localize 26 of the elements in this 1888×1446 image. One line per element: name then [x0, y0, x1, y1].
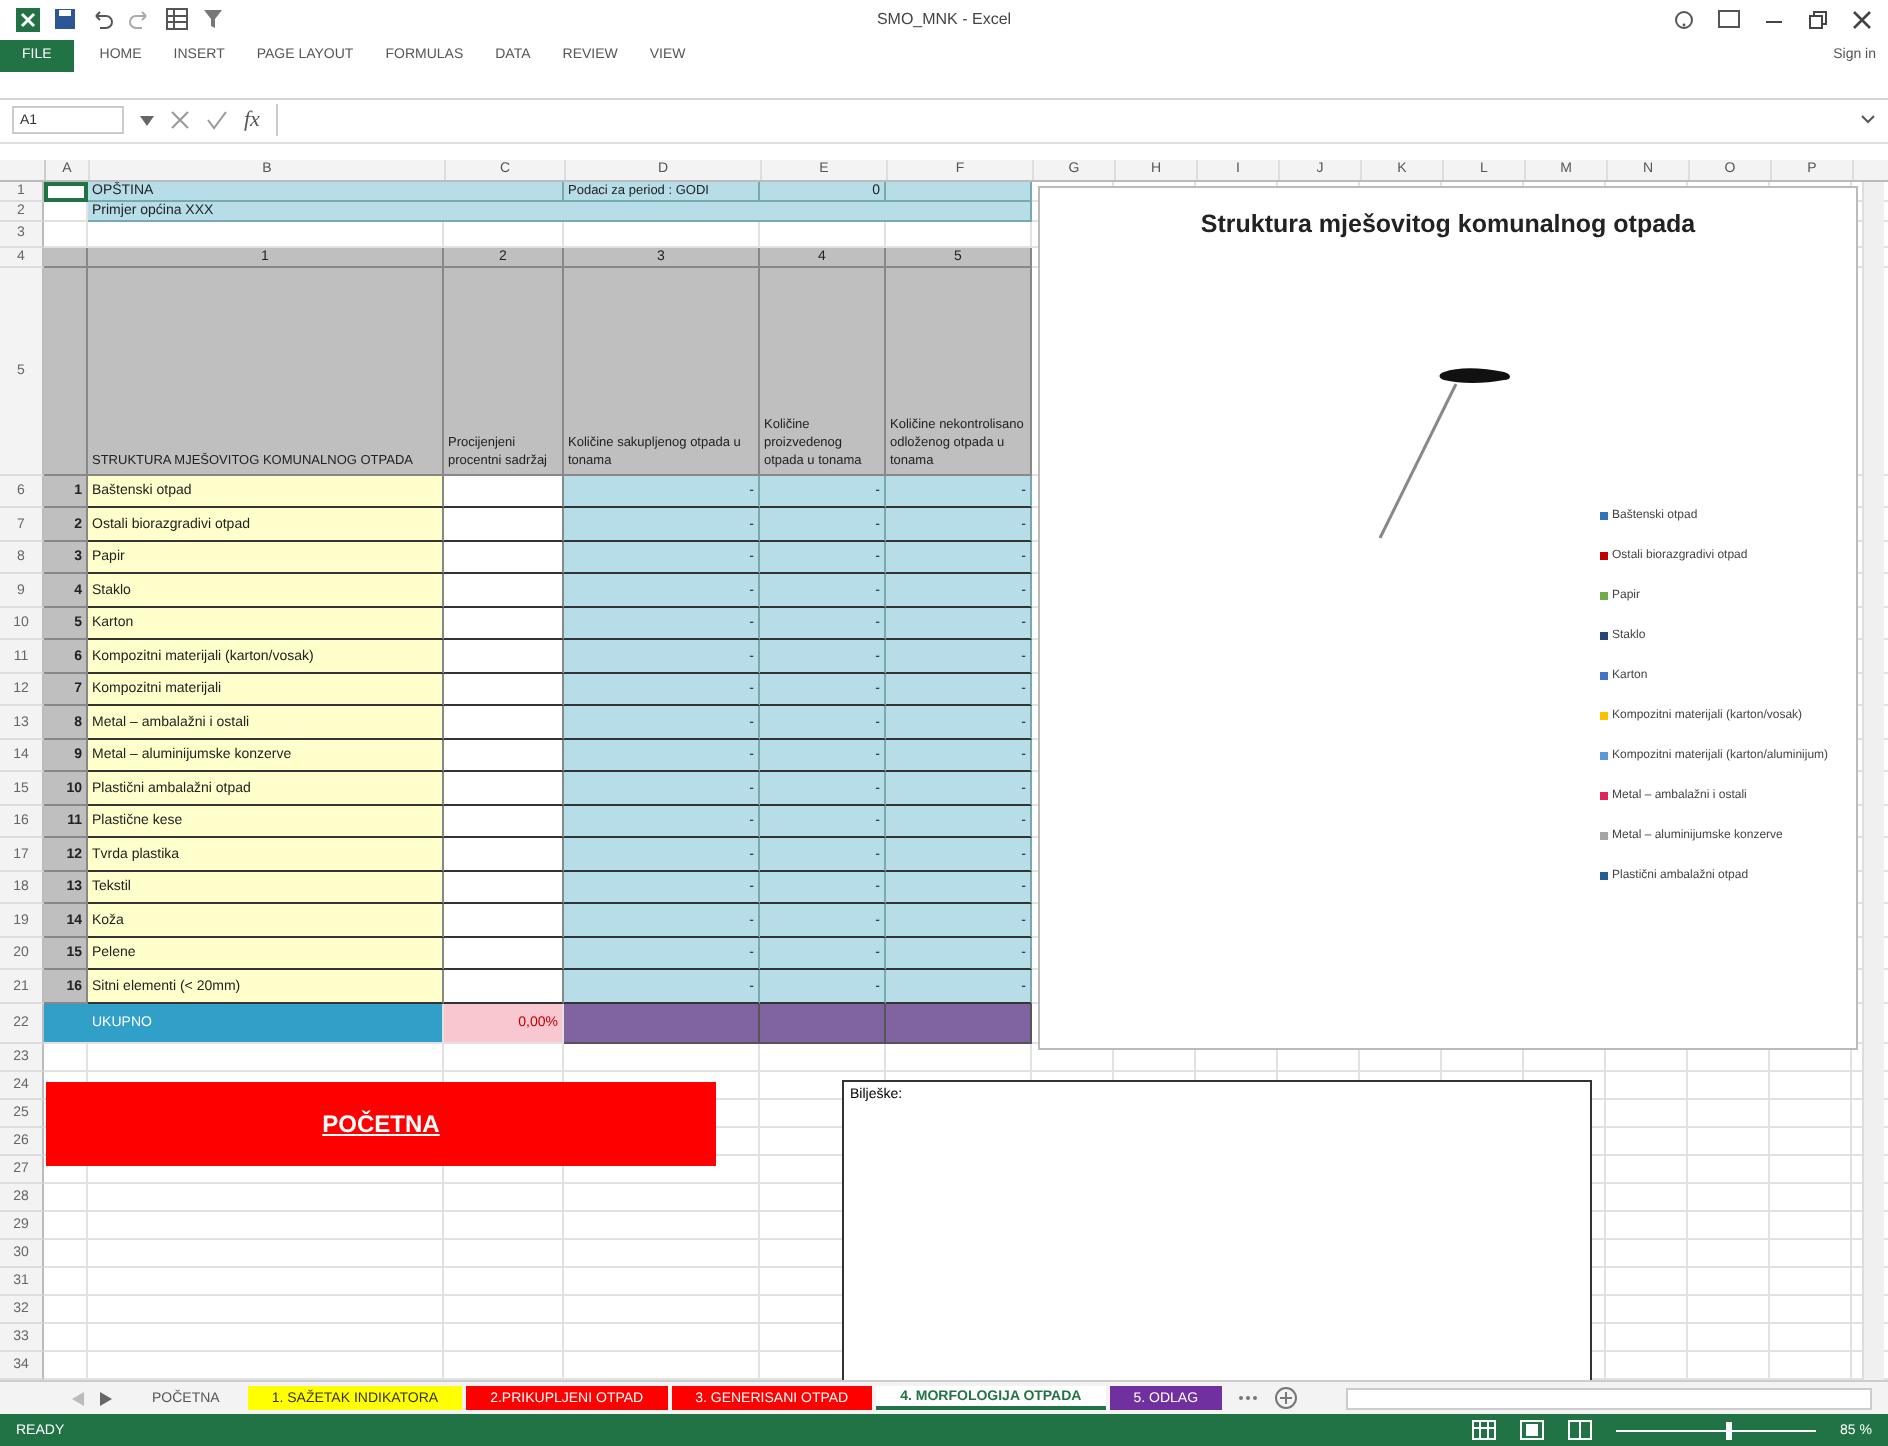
- start-button[interactable]: POČETNA: [46, 1081, 716, 1166]
- page-break-icon[interactable]: [1568, 1420, 1593, 1441]
- zoom-slider-thumb[interactable]: [1726, 1421, 1733, 1440]
- horizontal-scrollbar[interactable]: [1346, 1387, 1872, 1410]
- table-icon[interactable]: [166, 8, 188, 31]
- close-icon[interactable]: [1852, 9, 1872, 30]
- chart-title: Struktura mješovitog komunalnog otpada: [1198, 209, 1698, 238]
- window-title: SMO_MNK - Excel: [876, 10, 1012, 29]
- filter-icon[interactable]: [202, 8, 224, 31]
- dropdown-icon[interactable]: [140, 115, 154, 126]
- check-icon[interactable]: [206, 110, 228, 131]
- new-sheet-icon[interactable]: [1274, 1386, 1299, 1411]
- more-icon[interactable]: [1238, 1394, 1259, 1403]
- expand-icon[interactable]: [1860, 114, 1876, 127]
- insert-function-button[interactable]: fx: [244, 108, 260, 133]
- page-layout-icon[interactable]: [1520, 1420, 1545, 1441]
- scroll-right-icon[interactable]: [100, 1391, 112, 1406]
- save-icon[interactable]: [54, 8, 76, 31]
- help-icon[interactable]: [1674, 9, 1694, 30]
- ribbon-display-icon[interactable]: [1718, 10, 1740, 29]
- vertical-scrollbar[interactable]: [1862, 181, 1884, 1380]
- cancel-icon[interactable]: [170, 110, 190, 131]
- restore-icon[interactable]: [1808, 9, 1828, 30]
- excel-logo-icon: [16, 7, 40, 32]
- undo-icon[interactable]: [90, 9, 114, 30]
- normal-view-icon[interactable]: [1472, 1420, 1497, 1441]
